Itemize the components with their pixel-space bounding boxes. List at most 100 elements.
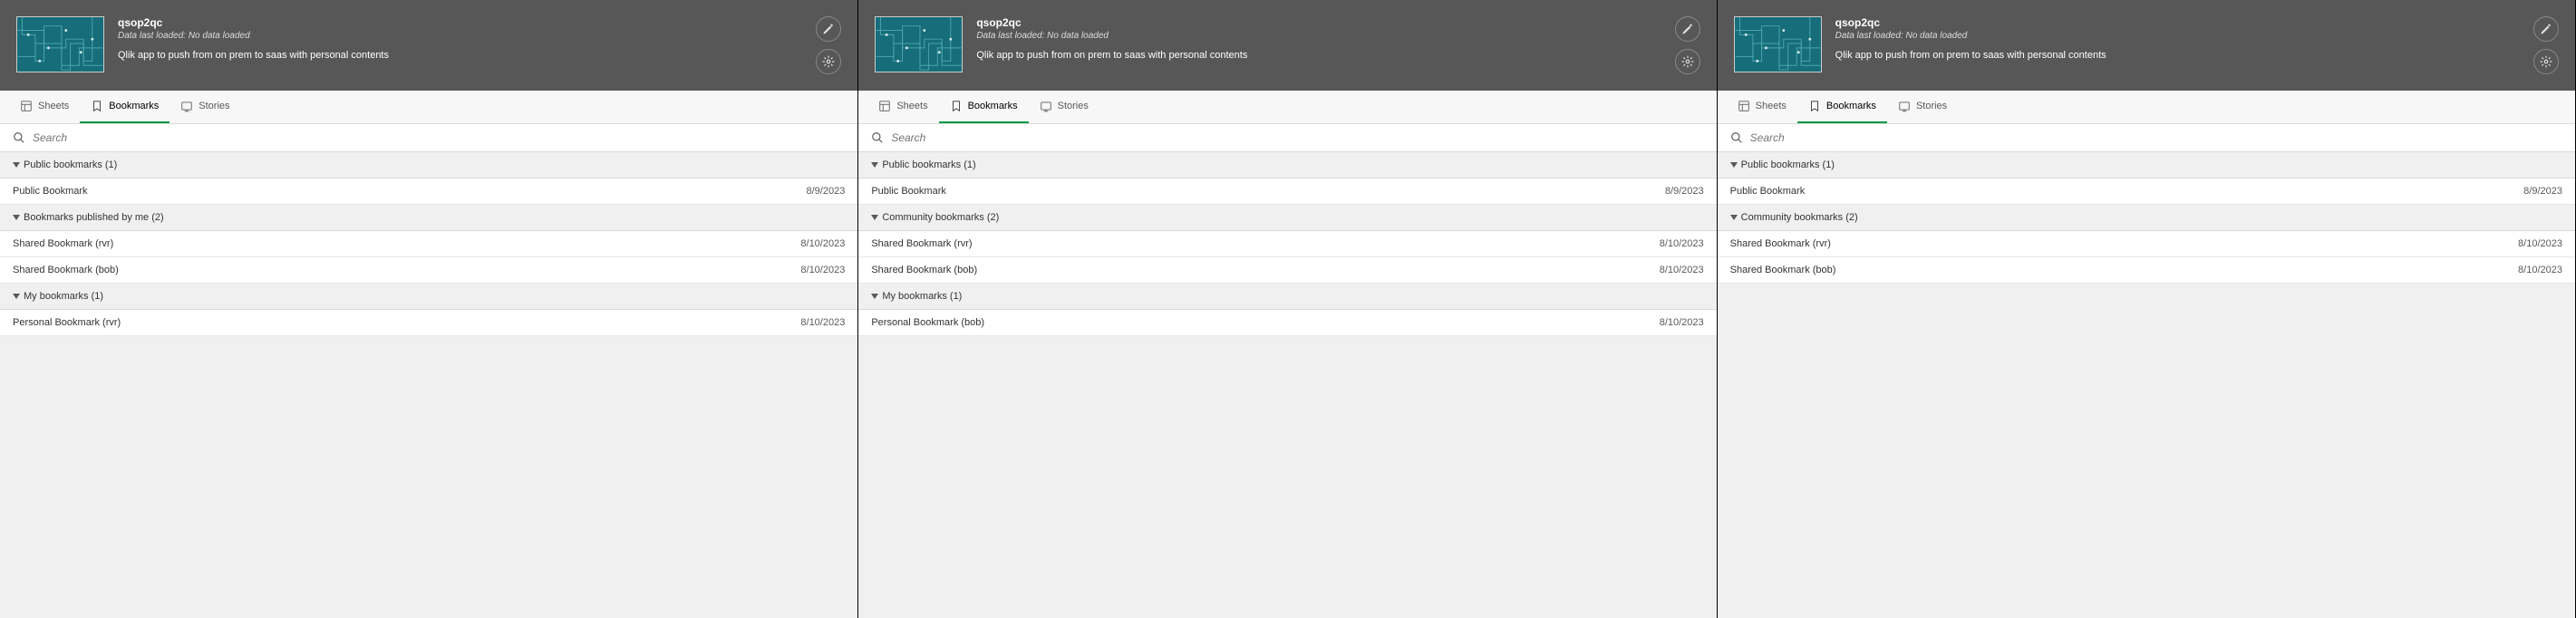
section-title: Community bookmarks (2) (882, 212, 999, 223)
app-description: Qlik app to push from on prem to saas wi… (118, 50, 802, 61)
tab-bookmarks[interactable]: Bookmarks (1797, 91, 1887, 123)
pencil-icon (1681, 23, 1694, 35)
bookmark-row[interactable]: Personal Bookmark (bob)8/10/2023 (858, 310, 1716, 336)
search-icon (13, 131, 25, 144)
bookmark-row[interactable]: Public Bookmark8/9/2023 (0, 179, 857, 205)
tab-bookmarks[interactable]: Bookmarks (939, 91, 1029, 123)
section-header[interactable]: My bookmarks (1) (858, 284, 1716, 310)
header-actions (2533, 16, 2559, 74)
bookmark-name: Shared Bookmark (rvr) (871, 238, 972, 249)
section-header[interactable]: Bookmarks published by me (2) (0, 205, 857, 231)
section-header[interactable]: Community bookmarks (2) (858, 205, 1716, 231)
app-info: qsop2qc Data last loaded: No data loaded… (1835, 16, 2520, 61)
settings-button[interactable] (816, 49, 841, 74)
bookmark-row[interactable]: Shared Bookmark (rvr) 8/10/2023 (858, 231, 1716, 257)
edit-button[interactable] (2533, 16, 2559, 42)
bookmark-row[interactable]: Shared Bookmark (rvr)8/10/2023 (1718, 231, 2575, 257)
tab-stories[interactable]: Stories (1029, 91, 1099, 123)
bookmark-name: Shared Bookmark (rvr) (13, 238, 113, 249)
bookmark-row[interactable]: Public Bookmark 8/9/2023 (858, 179, 1716, 205)
bookmark-list: Public bookmarks (1) Public Bookmark 8/9/2… (1718, 152, 2575, 618)
tab-bookmarks[interactable]: Bookmarks (80, 91, 169, 123)
bookmark-list: Public bookmarks (1)Public Bookmark8/9/2… (0, 152, 857, 618)
bookmark-name: Public Bookmark (1730, 186, 1806, 197)
tab-sheets[interactable]: Sheets (1727, 91, 1797, 123)
sheets-icon (1738, 100, 1750, 112)
search-input[interactable] (891, 131, 1703, 144)
tab-label: Sheets (896, 101, 927, 111)
tab-bar: Sheets Bookmarks Stories (858, 91, 1716, 124)
chevron-down-icon (871, 162, 878, 168)
tab-bar: Sheets Bookmarks Stories (1718, 91, 2575, 124)
tab-sheets[interactable]: Sheets (867, 91, 938, 123)
section-title: Bookmarks published by me (2) (24, 212, 164, 223)
app-title: qsop2qc (118, 16, 802, 29)
app-subtitle: Data last loaded: No data loaded (976, 31, 1661, 41)
edit-button[interactable] (816, 16, 841, 42)
stories-icon (1040, 100, 1052, 112)
app-header: qsop2qc Data last loaded: No data loaded… (1718, 0, 2575, 91)
bookmark-row[interactable]: Shared Bookmark (rvr) 8/10/2023 (0, 231, 857, 257)
bookmark-date: 8/10/2023 (1660, 238, 1704, 249)
bookmark-icon (950, 100, 963, 112)
search-row (1718, 124, 2575, 152)
section-header[interactable]: Public bookmarks (1) (858, 152, 1716, 179)
edit-button[interactable] (1675, 16, 1700, 42)
bookmark-name: Shared Bookmark (bob) (13, 265, 119, 275)
section-title: Community bookmarks (2) (1741, 212, 1858, 223)
search-icon (1730, 131, 1743, 144)
bookmark-name: Shared Bookmark (bob) (1730, 265, 1836, 275)
bookmark-date: 8/9/2023 (2523, 186, 2562, 197)
bookmark-date: 8/10/2023 (1660, 317, 1704, 328)
bookmark-row[interactable]: Shared Bookmark (bob)8/10/2023 (858, 257, 1716, 284)
bookmark-date: 8/10/2023 (2518, 238, 2562, 249)
header-actions (1675, 16, 1700, 74)
gear-icon (2540, 55, 2552, 68)
app-subtitle: Data last loaded: No data loaded (1835, 31, 2520, 41)
tab-label: Bookmarks (968, 101, 1018, 111)
app-title: qsop2qc (976, 16, 1661, 29)
bookmark-date: 8/10/2023 (2518, 265, 2562, 275)
bookmark-row[interactable]: Personal Bookmark (rvr)8/10/2023 (0, 310, 857, 336)
sheets-icon (20, 100, 33, 112)
bookmark-row[interactable]: Public Bookmark 8/9/2023 (1718, 179, 2575, 205)
bookmark-row[interactable]: Shared Bookmark (bob)8/10/2023 (0, 257, 857, 284)
search-input[interactable] (1750, 131, 2562, 144)
bookmark-date: 8/10/2023 (800, 238, 845, 249)
bookmark-name: Personal Bookmark (rvr) (13, 317, 121, 328)
tab-stories[interactable]: Stories (169, 91, 240, 123)
stories-icon (1898, 100, 1911, 112)
tab-sheets[interactable]: Sheets (9, 91, 80, 123)
bookmark-name: Public Bookmark (871, 186, 946, 197)
app-info: qsop2qc Data last loaded: No data loaded… (118, 16, 802, 61)
settings-button[interactable] (2533, 49, 2559, 74)
bookmark-date: 8/10/2023 (1660, 265, 1704, 275)
section-header[interactable]: Public bookmarks (1) (0, 152, 857, 179)
section-header[interactable]: My bookmarks (1) (0, 284, 857, 310)
tab-stories[interactable]: Stories (1887, 91, 1958, 123)
gear-icon (822, 55, 835, 68)
bookmark-row[interactable]: Shared Bookmark (bob) 8/10/2023 (1718, 257, 2575, 284)
settings-button[interactable] (1675, 49, 1700, 74)
section-title: Public bookmarks (1) (1741, 159, 1835, 170)
app-thumbnail (1734, 16, 1822, 72)
app-subtitle: Data last loaded: No data loaded (118, 31, 802, 41)
app-thumbnail (16, 16, 104, 72)
panel-1: qsop2qc Data last loaded: No data loaded… (0, 0, 858, 618)
section-header[interactable]: Community bookmarks (2) (1718, 205, 2575, 231)
panel-3: qsop2qc Data last loaded: No data loaded… (1718, 0, 2576, 618)
gear-icon (1681, 55, 1694, 68)
header-actions (816, 16, 841, 74)
app-header: qsop2qc Data last loaded: No data loaded… (858, 0, 1716, 91)
tab-label: Bookmarks (109, 101, 159, 111)
panel-2: qsop2qc Data last loaded: No data loaded… (858, 0, 1717, 618)
section-title: My bookmarks (1) (24, 291, 103, 302)
search-row (858, 124, 1716, 152)
chevron-down-icon (1730, 162, 1738, 168)
section-header[interactable]: Public bookmarks (1) (1718, 152, 2575, 179)
app-title: qsop2qc (1835, 16, 2520, 29)
bookmark-date: 8/9/2023 (1665, 186, 1704, 197)
search-input[interactable] (33, 131, 845, 144)
tab-label: Stories (199, 101, 229, 111)
section-title: My bookmarks (1) (882, 291, 962, 302)
